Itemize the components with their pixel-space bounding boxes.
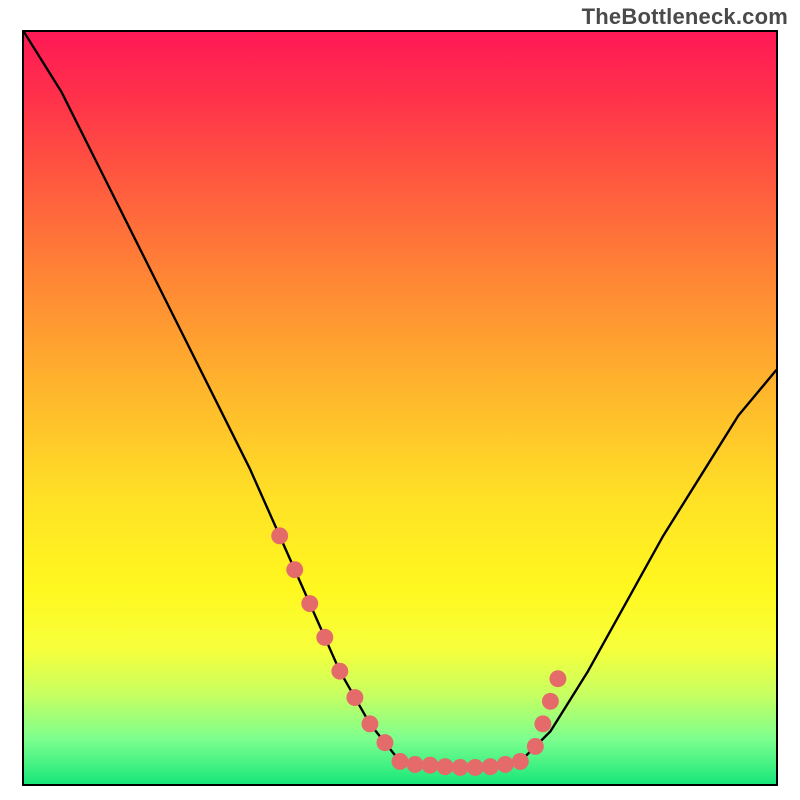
highlight-point [316,629,333,646]
highlight-point [437,758,454,775]
highlight-point [482,758,499,775]
highlight-point [286,561,303,578]
highlight-markers [271,527,566,776]
highlight-point [497,756,514,773]
chart-overlay [24,32,776,784]
highlight-point [271,527,288,544]
highlight-point [452,759,469,776]
highlight-point [331,663,348,680]
watermark-text: TheBottleneck.com [582,4,788,30]
highlight-point [407,756,424,773]
plot-area [22,30,778,786]
chart-container: TheBottleneck.com [0,0,800,800]
highlight-point [467,759,484,776]
highlight-point [512,753,529,770]
highlight-point [549,670,566,687]
highlight-point [422,757,439,774]
highlight-point [361,715,378,732]
bottleneck-curve [24,32,776,767]
highlight-point [377,734,394,751]
highlight-point [301,595,318,612]
highlight-point [527,738,544,755]
highlight-point [542,693,559,710]
highlight-point [534,715,551,732]
highlight-point [346,689,363,706]
highlight-point [392,753,409,770]
